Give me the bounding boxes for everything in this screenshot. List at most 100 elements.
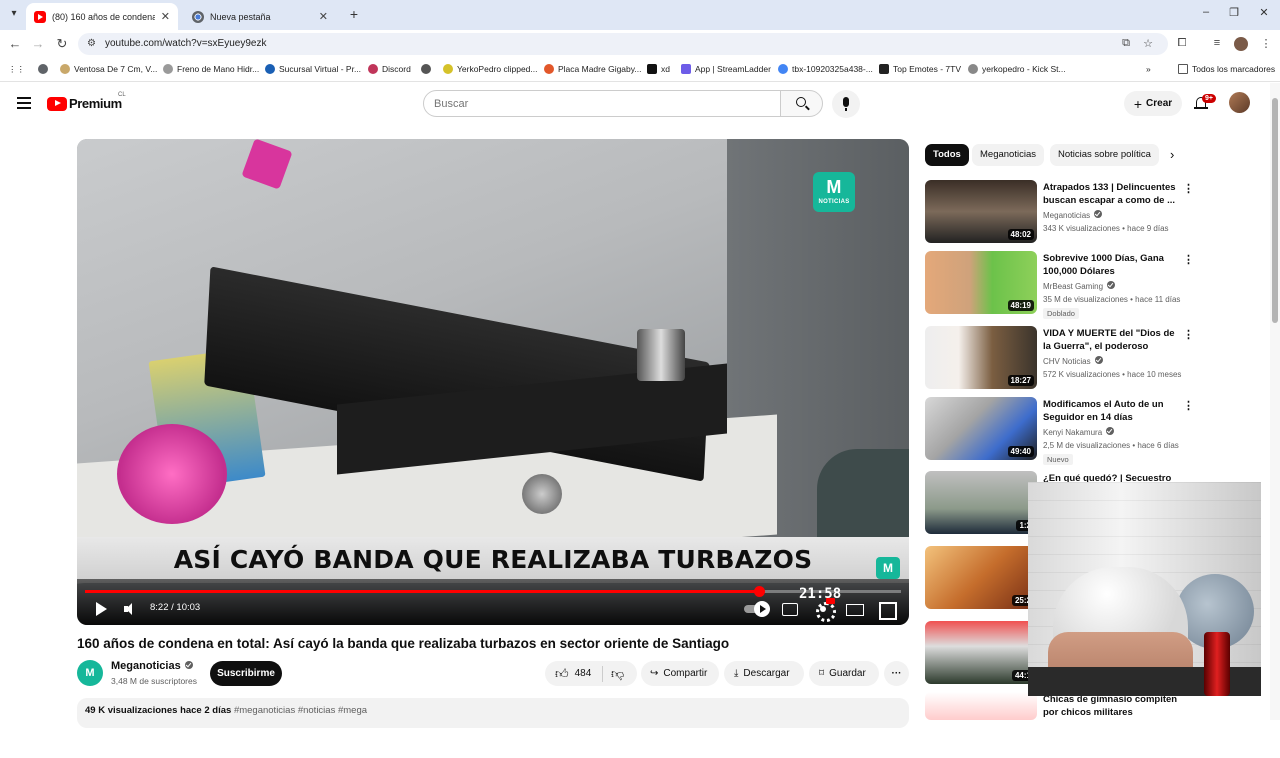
site-info-icon[interactable]: ⚙ [87, 38, 96, 49]
scrollbar-thumb[interactable] [1272, 98, 1278, 323]
tab-youtube[interactable]: (80) 160 años de condena en to ✕ [26, 3, 178, 30]
save-button[interactable]: ⌑ Guardar [809, 661, 879, 686]
rec-title[interactable]: Modificamos el Auto de un Seguidor en 14… [1043, 398, 1178, 424]
video-thumbnail[interactable]: 48:02 [925, 180, 1037, 243]
video-thumbnail[interactable] [925, 692, 1037, 720]
back-icon[interactable]: ← [7, 36, 23, 52]
fullscreen-icon[interactable] [877, 600, 895, 618]
recommendation-item[interactable]: Chicas de gimnasio compiten por chicos m… [925, 692, 1265, 758]
rec-menu-icon[interactable]: ⋮ [1183, 253, 1194, 266]
bookmark-item[interactable]: Discord [368, 64, 411, 74]
search-button[interactable] [780, 90, 823, 117]
hashtags[interactable]: #meganoticias #noticias #mega [234, 705, 367, 716]
like-button[interactable]: 👍︎ 484 [545, 665, 603, 682]
subtitles-icon[interactable] [781, 600, 799, 618]
channel-avatar[interactable]: M [77, 660, 103, 686]
close-window-icon[interactable]: ✕ [1254, 6, 1274, 19]
rec-channel[interactable]: Kenyi Nakamura [1043, 428, 1102, 437]
bookmark-item[interactable]: Sucursal Virtual - Pr... [265, 64, 361, 74]
progress-bar[interactable] [85, 586, 901, 597]
autoplay-toggle[interactable] [744, 600, 770, 618]
chip-politica[interactable]: Noticias sobre política [1050, 144, 1159, 166]
volume-icon[interactable] [123, 600, 139, 618]
recommendation-item[interactable]: 48:02 Atrapados 133 | Delincuentes busca… [925, 180, 1265, 246]
description-box[interactable]: 49 K visualizaciones hace 2 días #megano… [77, 698, 909, 728]
search-input[interactable] [423, 90, 781, 117]
bookmark-item[interactable]: yerkopedro - Kick St... [968, 64, 1066, 74]
rec-channel[interactable]: Meganoticias [1043, 211, 1090, 220]
video-thumbnail[interactable]: 48:19 [925, 251, 1037, 314]
subscribe-button[interactable]: Suscribirme [210, 661, 282, 686]
account-avatar[interactable] [1229, 92, 1250, 113]
extensions-icon[interactable]: ⧠ [1175, 37, 1189, 50]
chip-meganoticias[interactable]: Meganoticias [972, 144, 1044, 166]
country-code: CL [118, 92, 126, 98]
rec-channel[interactable]: CHV Noticias [1043, 357, 1091, 366]
channel-name[interactable]: Meganoticias [111, 660, 181, 672]
recommendation-item[interactable]: 48:19 Sobrevive 1000 Días, Gana 100,000 … [925, 251, 1265, 319]
tab-close-icon[interactable]: ✕ [161, 10, 170, 23]
bookmark-item[interactable] [421, 64, 431, 74]
menu-hamburger-icon[interactable] [17, 97, 31, 109]
bookmark-item[interactable]: Placa Madre Gigaby... [544, 64, 641, 74]
apps-grid-icon[interactable]: ⋮⋮ [8, 64, 25, 75]
video-thumbnail[interactable]: 44:1 [925, 621, 1037, 684]
bookmark-item[interactable]: tbx-10920325a438-... [778, 64, 873, 74]
forward-icon[interactable]: → [30, 36, 46, 52]
restore-icon[interactable]: ❐ [1224, 6, 1244, 19]
chevron-right-icon[interactable]: › [1170, 147, 1174, 162]
bookmark-item[interactable]: Top Emotes - 7TV [879, 64, 961, 74]
reload-icon[interactable]: ↻ [54, 36, 70, 52]
like-dislike-group: 👍︎ 484 👎︎ [545, 661, 637, 686]
recommendation-item[interactable]: 49:40 Modificamos el Auto de un Seguidor… [925, 397, 1265, 465]
bookmark-star-icon[interactable]: ☆ [1141, 37, 1155, 50]
address-bar[interactable]: ⚙ youtube.com/watch?v=sxEyuey9ezk [78, 33, 1168, 55]
rec-title[interactable]: Chicas de gimnasio compiten por chicos m… [1043, 693, 1178, 719]
view-count: 49 K visualizaciones [85, 705, 178, 716]
rec-menu-icon[interactable]: ⋮ [1183, 399, 1194, 412]
media-control-icon[interactable]: ≡ [1210, 37, 1224, 49]
video-thumbnail[interactable]: 1:2 [925, 471, 1037, 534]
bookmark-item[interactable]: YerkoPedro clipped... [443, 64, 538, 74]
theater-mode-icon[interactable] [845, 600, 865, 618]
video-thumbnail[interactable]: 18:27 [925, 326, 1037, 389]
chip-todos[interactable]: Todos [925, 144, 969, 166]
youtube-premium-logo[interactable]: Premium CL [47, 92, 126, 111]
install-app-icon[interactable]: ⧉ [1119, 37, 1133, 50]
channel-name-row[interactable]: Meganoticias [111, 660, 193, 672]
rec-title[interactable]: Atrapados 133 | Delincuentes buscan esca… [1043, 181, 1178, 207]
video-thumbnail[interactable]: 25:2 [925, 546, 1037, 609]
plus-icon: + [1133, 95, 1143, 112]
dislike-button[interactable]: 👎︎ [603, 666, 624, 682]
bookmark-globe-icon[interactable] [38, 64, 48, 74]
bookmarks-overflow-icon[interactable]: » [1146, 64, 1151, 74]
new-tab-icon[interactable]: + [346, 6, 362, 22]
rec-menu-icon[interactable]: ⋮ [1183, 182, 1194, 195]
kebab-menu-icon[interactable]: ⋮ [1259, 37, 1273, 50]
tab-close-icon[interactable]: ✕ [319, 10, 328, 23]
page-scrollbar[interactable] [1270, 83, 1280, 720]
profile-avatar[interactable] [1234, 37, 1248, 51]
progress-scrubber-handle[interactable] [754, 586, 766, 597]
rec-title[interactable]: Sobrevive 1000 Días, Gana 100,000 Dólare… [1043, 252, 1178, 278]
bookmark-item[interactable]: xd [647, 64, 670, 74]
download-button[interactable]: ⤓ Descargar [724, 661, 804, 686]
tab-new[interactable]: Nueva pestaña ✕ [184, 3, 336, 30]
tab-search-icon[interactable]: ▾ [6, 6, 22, 22]
create-button[interactable]: + Crear [1124, 91, 1182, 116]
rec-menu-icon[interactable]: ⋮ [1183, 328, 1194, 341]
bookmark-item[interactable]: App | StreamLadder [681, 64, 771, 74]
bookmark-item[interactable]: Freno de Mano Hidr... [163, 64, 259, 74]
video-thumbnail[interactable]: 49:40 [925, 397, 1037, 460]
voice-search-button[interactable] [832, 90, 860, 118]
share-button[interactable]: ↪ Compartir [641, 661, 719, 686]
bookmark-item[interactable]: Ventosa De 7 Cm, V... [60, 64, 157, 74]
recommendation-item[interactable]: 18:27 VIDA Y MUERTE del "Dios de la Guer… [925, 326, 1265, 392]
rec-title[interactable]: VIDA Y MUERTE del "Dios de la Guerra", e… [1043, 327, 1178, 354]
more-actions-button[interactable]: ··· [884, 661, 909, 686]
minimize-icon[interactable]: – [1196, 6, 1216, 18]
all-bookmarks-folder[interactable]: Todos los marcadores [1178, 64, 1275, 74]
rec-channel[interactable]: MrBeast Gaming [1043, 282, 1103, 291]
video-player[interactable]: NOTICIAS ASÍ CAYÓ BANDA QUE REALIZABA TU… [77, 139, 909, 625]
play-icon[interactable] [94, 600, 108, 618]
